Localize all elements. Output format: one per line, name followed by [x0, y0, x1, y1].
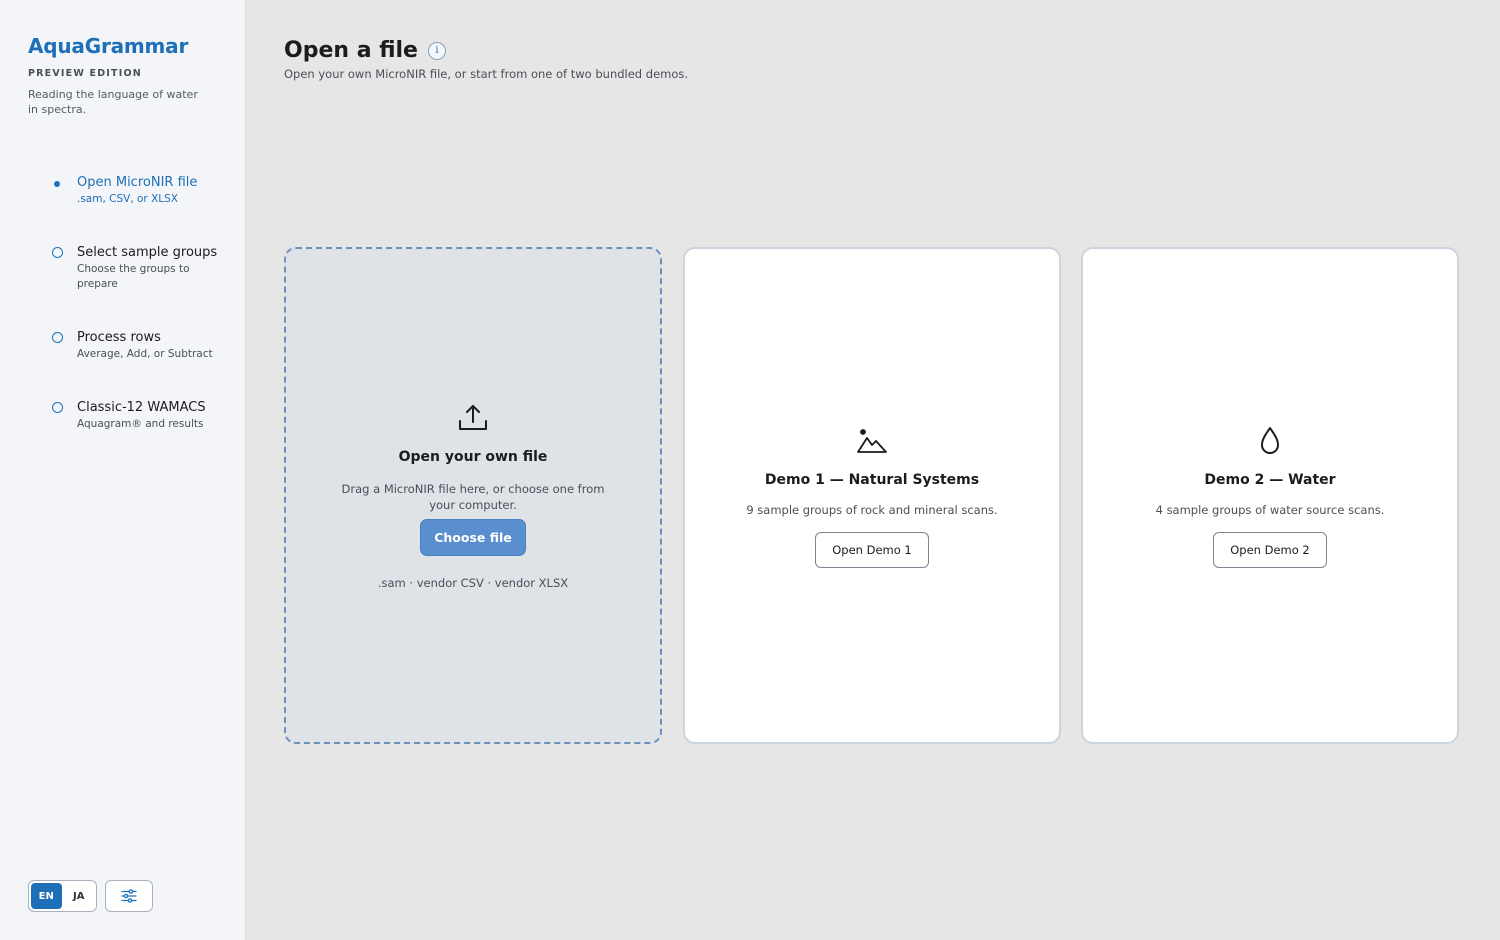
circle-icon	[52, 247, 63, 258]
open-demo-1-button[interactable]: Open Demo 1	[815, 531, 929, 568]
demo-2-description: 4 sample groups of water source scans.	[1155, 502, 1385, 517]
settings-button[interactable]	[105, 880, 153, 912]
step-subtitle: Choose the groups to prepare	[77, 263, 190, 290]
demo-2-card[interactable]: Demo 2 — Water 4 sample groups of water …	[1081, 247, 1459, 744]
step-wamacs[interactable]: Classic-12 WAMACS Aquagram® and results	[52, 399, 232, 469]
page-header: Open a file i Open your own MicroNIR fil…	[284, 38, 688, 81]
choose-file-button[interactable]: Choose file	[420, 519, 526, 556]
upload-title: Open your own file	[398, 449, 548, 465]
demo-2-title: Demo 2 — Water	[1204, 471, 1336, 488]
page-title: Open a file	[284, 38, 418, 63]
sliders-icon	[121, 889, 137, 903]
active-dot-icon	[52, 178, 63, 189]
water-drop-icon	[1261, 426, 1279, 454]
lang-en-button[interactable]: EN	[31, 883, 62, 909]
step-title: Select sample groups	[77, 245, 218, 260]
step-list: Open MicroNIR file .sam, CSV, or XLSX Se…	[52, 174, 232, 469]
lang-ja-button[interactable]: JA	[64, 883, 95, 909]
mountain-icon	[857, 428, 887, 453]
step-subtitle: Average, Add, or Subtract	[77, 348, 213, 360]
brand-title: AquaGrammar	[28, 34, 189, 58]
step-subtitle: .sam, CSV, or XLSX	[77, 193, 178, 205]
demo-1-description: 9 sample groups of rock and mineral scan…	[746, 502, 998, 517]
open-demo-2-button[interactable]: Open Demo 2	[1213, 531, 1327, 568]
supported-formats: .sam · vendor CSV · vendor XLSX	[377, 576, 569, 590]
circle-icon	[52, 332, 63, 343]
step-subtitle: Aquagram® and results	[77, 418, 204, 430]
circle-icon	[52, 402, 63, 413]
demo-1-card[interactable]: Demo 1 — Natural Systems 9 sample groups…	[683, 247, 1061, 744]
sidebar-footer: EN JA	[28, 880, 153, 912]
demo-1-title: Demo 1 — Natural Systems	[764, 471, 980, 488]
step-select-groups[interactable]: Select sample groups Choose the groups t…	[52, 244, 232, 329]
step-process-rows[interactable]: Process rows Average, Add, or Subtract	[52, 329, 232, 399]
step-title: Open MicroNIR file	[77, 175, 198, 190]
upload-icon	[459, 405, 487, 430]
brand: AquaGrammar PREVIEW EDITION Reading the …	[28, 34, 200, 117]
step-open-file[interactable]: Open MicroNIR file .sam, CSV, or XLSX	[52, 174, 232, 244]
brand-edition: PREVIEW EDITION	[28, 68, 142, 79]
language-toggle: EN JA	[28, 880, 97, 912]
brand-tagline: Reading the language of water in spectra…	[28, 88, 198, 116]
step-title: Classic-12 WAMACS	[77, 400, 206, 415]
upload-description: Drag a MicroNIR file here, or choose one…	[341, 482, 605, 512]
page-subtitle: Open your own MicroNIR file, or start fr…	[284, 67, 689, 81]
sidebar: AquaGrammar PREVIEW EDITION Reading the …	[0, 0, 246, 940]
upload-dropzone[interactable]: Open your own file Drag a MicroNIR file …	[284, 247, 662, 744]
info-icon[interactable]: i	[427, 41, 446, 60]
step-title: Process rows	[77, 330, 161, 345]
